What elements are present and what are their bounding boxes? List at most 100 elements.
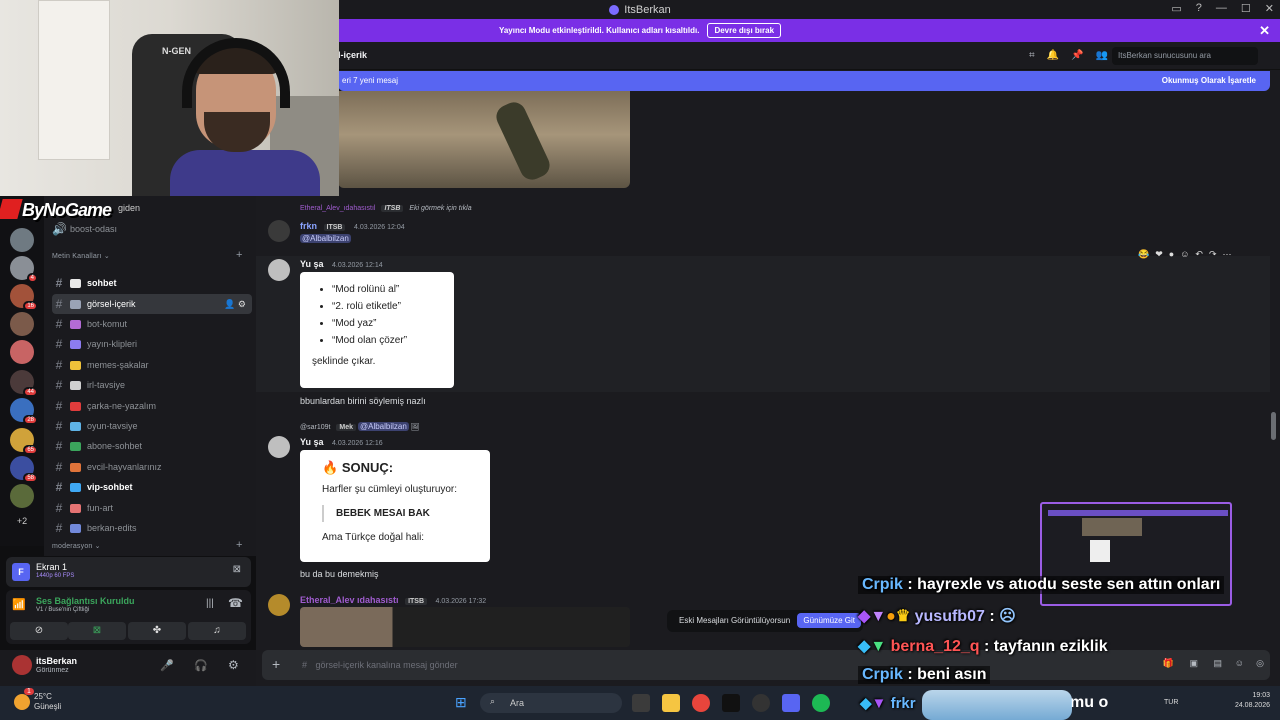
chrome-icon[interactable] bbox=[692, 694, 710, 712]
threads-icon[interactable]: ⌗ bbox=[1029, 50, 1035, 61]
channel-abone-sohbet[interactable]: # abone-sohbet bbox=[52, 436, 252, 456]
minimize-button[interactable]: — bbox=[1216, 2, 1227, 15]
bell-icon[interactable]: 🔔 bbox=[1047, 50, 1059, 61]
channel-irl-tavsiye[interactable]: # irl-tavsiye bbox=[52, 375, 252, 395]
username[interactable]: itsBerkan bbox=[36, 656, 77, 666]
channel-memes-şakalar[interactable]: # memes-şakalar bbox=[52, 355, 252, 375]
add-channel-icon[interactable]: + bbox=[236, 249, 243, 261]
server-icon[interactable] bbox=[10, 312, 34, 336]
channel-evcil-hayvanlarınız[interactable]: # evcil-hayvanlarınız bbox=[52, 457, 252, 477]
close-banner-icon[interactable]: ✕ bbox=[1259, 23, 1270, 39]
channel-çarka-ne-yazalım[interactable]: # çarka-ne-yazalım bbox=[52, 396, 252, 416]
forward-icon[interactable]: ↷ bbox=[1209, 249, 1217, 260]
image-attachment-list[interactable]: “Mod rolünü al” “2. rolü etiketle” “Mod … bbox=[300, 272, 454, 388]
server-icon[interactable]: 58 bbox=[10, 456, 38, 483]
jump-to-present-button[interactable]: Günümüze Git bbox=[797, 613, 861, 628]
help-icon[interactable]: ? bbox=[1196, 2, 1202, 15]
channel-settings-icon[interactable]: 👤 ⚙ bbox=[224, 299, 246, 310]
channel-yayın-klipleri[interactable]: # yayın-klipleri bbox=[52, 334, 252, 354]
obs-icon[interactable] bbox=[752, 694, 770, 712]
settings-gear-icon[interactable]: ⚙ bbox=[228, 658, 239, 672]
server-icon[interactable] bbox=[10, 340, 34, 364]
server-icon[interactable]: 28 bbox=[10, 398, 38, 425]
pin-icon[interactable]: 📌 bbox=[1071, 50, 1083, 61]
noise-suppression-icon[interactable]: ||| bbox=[206, 598, 214, 609]
members-icon[interactable]: 👥 bbox=[1096, 50, 1108, 61]
channel-fun-art[interactable]: # fun-art bbox=[52, 498, 252, 518]
activities-button[interactable]: ✤ bbox=[128, 622, 186, 640]
search-input[interactable]: ItsBerkan sunucusunu ara bbox=[1112, 47, 1258, 65]
reply-preview[interactable]: Etheral_Alev_ıdahasıstıl ITSB Eki görmek… bbox=[300, 205, 472, 212]
more-servers[interactable]: +2 bbox=[10, 516, 34, 534]
server-icon[interactable] bbox=[10, 228, 34, 252]
reply-username[interactable]: Etheral_Alev_ıdahasıstıl bbox=[300, 205, 376, 212]
image-attachment-result[interactable]: 🔥 SONUÇ: Harfler şu cümleyi oluşturuyor:… bbox=[300, 450, 490, 562]
message-composer[interactable]: + # görsel-içerik kanalına mesaj gönder … bbox=[262, 650, 1270, 680]
channel-boost[interactable]: 🔊 boost-odası bbox=[52, 219, 252, 239]
server-icon[interactable]: 44 bbox=[10, 370, 38, 397]
soundboard-button[interactable]: ♫ bbox=[188, 622, 246, 640]
discord-icon[interactable] bbox=[782, 694, 800, 712]
reply-icon[interactable]: ↶ bbox=[1195, 249, 1203, 260]
game-screenshot-attachment[interactable] bbox=[338, 91, 630, 188]
language-indicator[interactable]: TUR bbox=[1164, 699, 1178, 706]
new-messages-bar[interactable]: eri 7 yeni mesaj Okunmuş Olarak İşaretle bbox=[338, 71, 1270, 91]
capcut-icon[interactable] bbox=[722, 694, 740, 712]
scrollbar[interactable] bbox=[1271, 412, 1276, 440]
system-clock[interactable]: 19:03 24.08.2026 bbox=[1235, 692, 1270, 709]
stream-screenshot-attachment[interactable] bbox=[300, 607, 630, 647]
add-channel-icon[interactable]: + bbox=[236, 539, 243, 551]
mark-as-read-button[interactable]: Okunmuş Olarak İşaretle bbox=[1162, 76, 1256, 85]
author-name[interactable]: Yu şa bbox=[300, 437, 324, 447]
disconnect-icon[interactable]: ☎ bbox=[228, 596, 243, 610]
reply-preview[interactable]: @sar109t Mek @Albalbilzan 🖼 bbox=[300, 422, 420, 431]
react-laugh-icon[interactable]: 😂 bbox=[1138, 249, 1149, 260]
sticker-icon[interactable]: ▤ bbox=[1213, 658, 1222, 669]
screen-share-panel[interactable]: F Ekran 1 1440p 60 FPS ⊠ bbox=[6, 557, 251, 587]
user-mention[interactable]: @Albalbilzan bbox=[358, 422, 409, 431]
avatar[interactable] bbox=[268, 220, 290, 242]
category-text-channels[interactable]: Metin Kanalları ⌄ + bbox=[52, 249, 242, 261]
more-options-icon[interactable]: ⋯ bbox=[1223, 249, 1232, 260]
channel-görsel-içerik[interactable]: # görsel-içerik 👤 ⚙ bbox=[52, 294, 252, 314]
stop-stream-icon[interactable]: ⊠ bbox=[233, 564, 241, 575]
server-icon[interactable] bbox=[10, 484, 34, 508]
add-reaction-icon[interactable]: ☺ bbox=[1180, 249, 1189, 260]
gift-icon[interactable]: 🎁 bbox=[1163, 658, 1174, 669]
file-explorer-icon[interactable] bbox=[662, 694, 680, 712]
react-heart-icon[interactable]: ❤ bbox=[1155, 249, 1163, 260]
avatar[interactable] bbox=[268, 259, 290, 281]
channel-sohbet[interactable]: # sohbet bbox=[52, 273, 252, 293]
avatar[interactable] bbox=[268, 436, 290, 458]
server-icon[interactable]: 4 bbox=[10, 256, 38, 283]
task-view-icon[interactable] bbox=[632, 694, 650, 712]
channel-bot-komut[interactable]: # bot-komut bbox=[52, 314, 252, 334]
voice-channel[interactable]: V1 / Buse'nin Çiftliği bbox=[36, 607, 89, 613]
react-custom-icon[interactable]: ● bbox=[1169, 249, 1174, 260]
category-moderation[interactable]: moderasyon ⌄ + bbox=[52, 539, 242, 551]
composer-input[interactable]: # görsel-içerik kanalına mesaj gönder bbox=[302, 660, 458, 670]
user-mention[interactable]: @Albalbilzan bbox=[300, 234, 351, 243]
apps-icon[interactable]: ◎ bbox=[1256, 658, 1264, 669]
server-icon[interactable]: 65 bbox=[10, 428, 38, 455]
headphones-icon[interactable]: 🎧 bbox=[194, 659, 208, 672]
channel-berkan-edits[interactable]: # berkan-edits bbox=[52, 518, 252, 538]
voice-status[interactable]: Ses Bağlantısı Kuruldu bbox=[36, 596, 135, 606]
channel-oyun-tavsiye[interactable]: # oyun-tavsiye bbox=[52, 416, 252, 436]
disable-streamer-mode-button[interactable]: Devre dışı bırak bbox=[707, 23, 782, 38]
add-attachment-icon[interactable]: + bbox=[272, 656, 286, 672]
avatar[interactable] bbox=[268, 594, 290, 616]
reply-username[interactable]: @sar109t bbox=[300, 424, 330, 431]
emoji-icon[interactable]: ☺ bbox=[1235, 658, 1244, 668]
spotify-icon[interactable] bbox=[812, 694, 830, 712]
windows-start-icon[interactable]: ⊞ bbox=[455, 694, 471, 710]
mute-mic-icon[interactable]: 🎤 bbox=[160, 659, 174, 672]
inbox-icon[interactable]: ▭ bbox=[1171, 2, 1181, 15]
close-window-button[interactable]: ✕ bbox=[1265, 2, 1274, 15]
camera-off-button[interactable]: ⊘ bbox=[10, 622, 68, 640]
server-icon[interactable]: 16 bbox=[10, 284, 38, 311]
taskbar-search[interactable]: ⌕ Ara bbox=[480, 693, 622, 713]
author-name[interactable]: Yu şa bbox=[300, 259, 324, 269]
share-screen-button[interactable]: ⊠ bbox=[68, 622, 126, 640]
author-name[interactable]: Etheral_Alev ıdahasıstı bbox=[300, 595, 399, 605]
